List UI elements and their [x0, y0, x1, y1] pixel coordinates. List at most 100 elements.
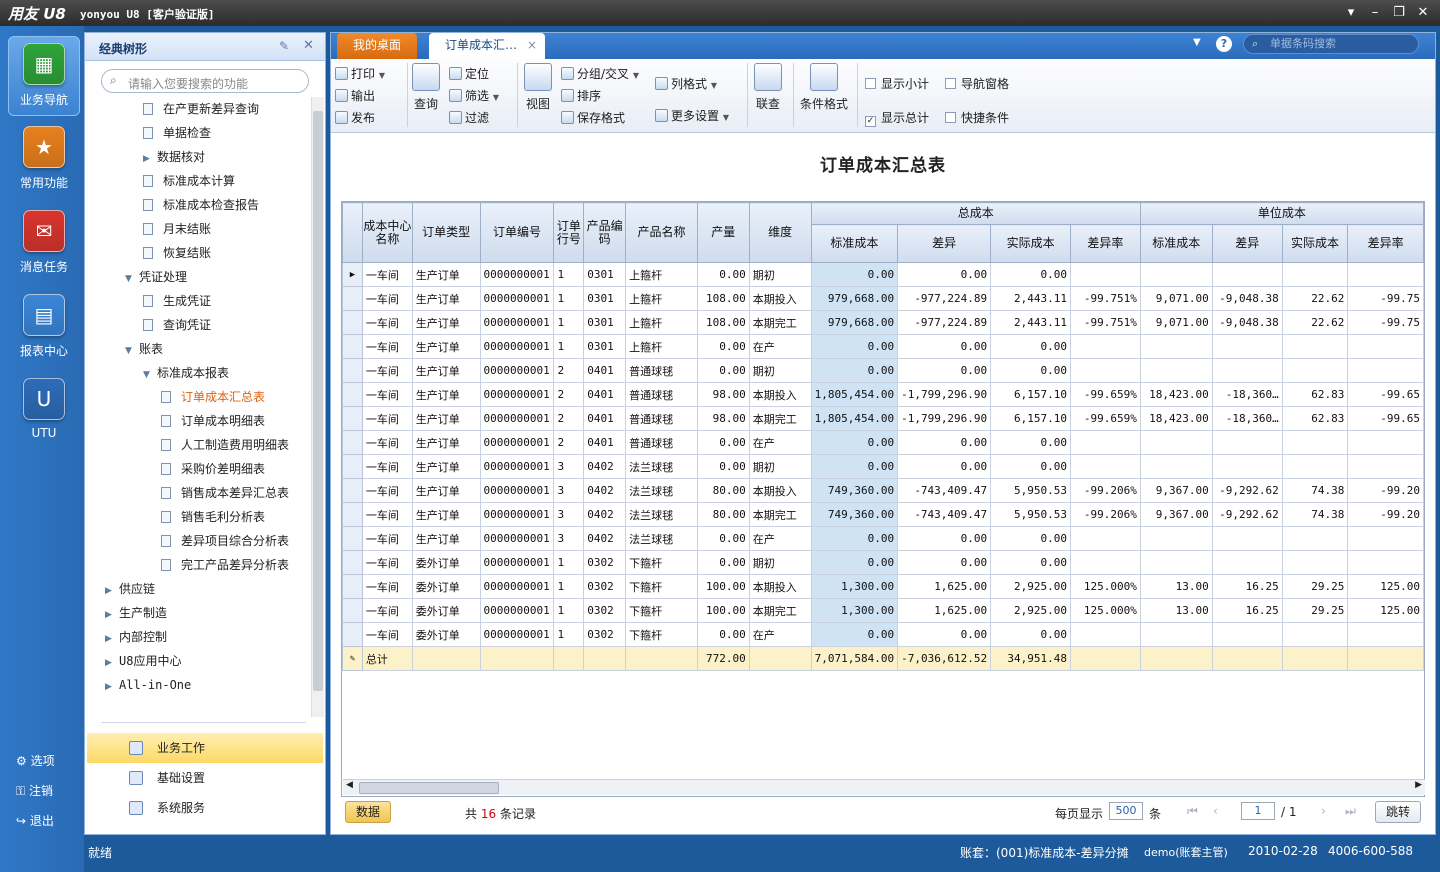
- tab-my-desktop[interactable]: 我的桌面: [337, 33, 418, 59]
- table-cell[interactable]: [1347, 550, 1424, 575]
- first-page-icon[interactable]: ⏮: [1187, 804, 1198, 819]
- column-header[interactable]: 标准成本: [810, 224, 899, 263]
- column-header[interactable]: 成本中心名称: [361, 202, 413, 263]
- table-cell[interactable]: -1,799,296.90: [897, 406, 992, 431]
- tree-item[interactable]: 生成凭证: [143, 289, 211, 313]
- tree-item[interactable]: 人工制造费用明细表: [161, 433, 289, 457]
- table-cell[interactable]: -18,360…: [1211, 406, 1283, 431]
- table-cell[interactable]: 0402: [583, 526, 627, 551]
- table-cell[interactable]: 一车间: [361, 478, 413, 503]
- table-cell[interactable]: 本期完工: [748, 406, 812, 431]
- scroll-right-icon[interactable]: ▶: [1415, 780, 1422, 790]
- table-cell[interactable]: 0.00: [897, 334, 992, 359]
- table-cell[interactable]: 108.00: [696, 286, 750, 311]
- table-cell[interactable]: 0.00: [696, 454, 750, 479]
- table-cell[interactable]: 0.00: [897, 358, 992, 383]
- row-header[interactable]: [342, 574, 363, 599]
- table-cell[interactable]: 0.00: [990, 622, 1071, 647]
- expand-icon[interactable]: ▶: [105, 579, 119, 603]
- table-cell[interactable]: 0.00: [696, 430, 750, 455]
- column-header[interactable]: 差异: [1211, 224, 1283, 263]
- table-cell[interactable]: 0301: [583, 262, 627, 287]
- minimize-icon[interactable]: –: [1366, 4, 1384, 22]
- table-cell[interactable]: 0.00: [810, 526, 899, 551]
- table-cell[interactable]: 0000000001: [479, 358, 555, 383]
- table-cell[interactable]: 法兰球毬: [625, 478, 698, 503]
- filter2-button[interactable]: 过滤: [449, 109, 489, 126]
- table-cell[interactable]: [1347, 358, 1424, 383]
- table-cell[interactable]: 生产订单: [411, 526, 481, 551]
- table-cell[interactable]: 0.00: [897, 622, 992, 647]
- table-cell[interactable]: -9,048.38: [1211, 310, 1283, 335]
- table-cell[interactable]: [1069, 334, 1141, 359]
- table-cell[interactable]: 0.00: [990, 454, 1071, 479]
- row-header[interactable]: [342, 454, 363, 479]
- row-header[interactable]: [342, 550, 363, 575]
- tree-item[interactable]: 订单成本汇总表: [161, 385, 265, 409]
- filter-button[interactable]: 筛选 ▼: [449, 87, 499, 104]
- table-cell[interactable]: -9,048.38: [1211, 286, 1283, 311]
- table-cell[interactable]: 1,300.00: [810, 574, 899, 599]
- table-cell[interactable]: 0000000001: [479, 622, 555, 647]
- table-row[interactable]: 一车间 生产订单 0000000001 3 0402 法兰球毬 80.00 本期投入 749,3…: [342, 478, 1424, 503]
- tree-item[interactable]: 月末结账: [143, 217, 211, 241]
- table-cell[interactable]: 期初: [748, 454, 812, 479]
- table-cell[interactable]: [1347, 334, 1424, 359]
- column-header[interactable]: 维度: [748, 202, 812, 263]
- table-cell[interactable]: 委外订单: [411, 622, 481, 647]
- table-cell[interactable]: 0000000001: [479, 310, 555, 335]
- table-cell[interactable]: 22.62: [1281, 310, 1349, 335]
- table-cell[interactable]: 一车间: [361, 622, 413, 647]
- tree-item[interactable]: ▼ 凭证处理: [125, 265, 187, 289]
- table-cell[interactable]: 0.00: [897, 550, 992, 575]
- table-cell[interactable]: 1: [553, 550, 585, 575]
- tree-item[interactable]: ▶ 数据核对: [143, 145, 205, 169]
- column-header[interactable]: 产品编码: [583, 202, 627, 263]
- tree-item[interactable]: 采购价差明细表: [161, 457, 265, 481]
- table-cell[interactable]: 上箍杆: [625, 286, 698, 311]
- table-cell[interactable]: 2,925.00: [990, 598, 1071, 623]
- table-cell[interactable]: 98.00: [696, 406, 750, 431]
- table-cell[interactable]: [1211, 622, 1283, 647]
- column-header[interactable]: 标准成本: [1139, 224, 1213, 263]
- save-format-button[interactable]: 保存格式: [561, 109, 625, 126]
- table-cell[interactable]: 16.25: [1211, 598, 1283, 623]
- table-cell[interactable]: 在产: [748, 430, 812, 455]
- table-cell[interactable]: 1,625.00: [897, 574, 992, 599]
- export-button[interactable]: 输出: [335, 87, 375, 104]
- table-cell[interactable]: 一车间: [361, 574, 413, 599]
- table-cell[interactable]: 下箍杆: [625, 574, 698, 599]
- row-header[interactable]: [342, 430, 363, 455]
- table-cell[interactable]: 1: [553, 622, 585, 647]
- column-header[interactable]: 实际成本: [1281, 224, 1349, 263]
- table-cell[interactable]: 一车间: [361, 310, 413, 335]
- table-cell[interactable]: 3: [553, 454, 585, 479]
- table-cell[interactable]: 0.00: [990, 334, 1071, 359]
- table-cell[interactable]: 一车间: [361, 454, 413, 479]
- collapse-icon[interactable]: ▼: [143, 363, 157, 387]
- table-cell[interactable]: 9,367.00: [1139, 502, 1213, 527]
- table-cell[interactable]: 一车间: [361, 550, 413, 575]
- table-cell[interactable]: 1: [553, 310, 585, 335]
- table-cell[interactable]: 0.00: [897, 454, 992, 479]
- table-cell[interactable]: -99.206%: [1069, 478, 1141, 503]
- table-cell[interactable]: 期初: [748, 262, 812, 287]
- table-cell[interactable]: 772.00: [696, 646, 750, 671]
- group-button[interactable]: 分组/交叉 ▼: [561, 65, 639, 82]
- table-cell[interactable]: [1139, 646, 1213, 671]
- table-cell[interactable]: 80.00: [696, 478, 750, 503]
- nav-search-input[interactable]: ⌕ 请输入您要搜索的功能: [101, 69, 309, 93]
- table-row[interactable]: 一车间 生产订单 0000000001 2 0401 普通球毬 98.00 本期完工 1,805…: [342, 406, 1424, 431]
- table-cell[interactable]: [1347, 430, 1424, 455]
- close-window-icon[interactable]: ✕: [1414, 4, 1432, 22]
- table-cell[interactable]: [1211, 358, 1283, 383]
- table-cell[interactable]: 0.00: [696, 526, 750, 551]
- table-cell[interactable]: 18,423.00: [1139, 382, 1213, 407]
- table-cell[interactable]: [1139, 550, 1213, 575]
- table-cell[interactable]: 0402: [583, 502, 627, 527]
- row-header[interactable]: [342, 406, 363, 431]
- tab-dropdown-icon[interactable]: ▼: [1193, 37, 1201, 48]
- table-cell[interactable]: 1: [553, 262, 585, 287]
- table-cell[interactable]: -18,360…: [1211, 382, 1283, 407]
- table-cell[interactable]: [625, 646, 698, 671]
